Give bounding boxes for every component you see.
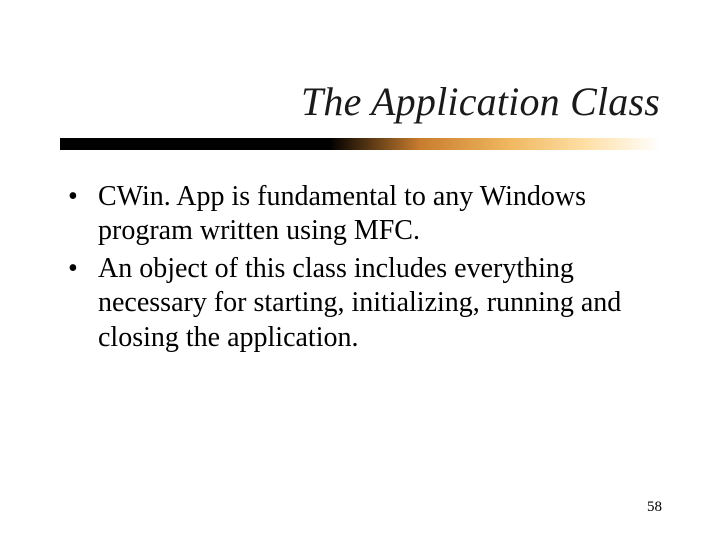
list-item: An object of this class includes everyth… [60, 252, 660, 354]
bullet-text: An object of this class includes everyth… [98, 253, 621, 352]
title-underline [60, 138, 660, 152]
bullet-list: CWin. App is fundamental to any Windows … [60, 180, 660, 355]
slide-body: CWin. App is fundamental to any Windows … [60, 180, 660, 359]
gradient-rule [60, 138, 660, 150]
list-item: CWin. App is fundamental to any Windows … [60, 180, 660, 248]
bullet-text: CWin. App is fundamental to any Windows … [98, 181, 586, 246]
page-number: 58 [647, 499, 662, 516]
slide: The Application Class CWin. App is funda… [0, 0, 720, 540]
slide-title: The Application Class [60, 78, 660, 125]
